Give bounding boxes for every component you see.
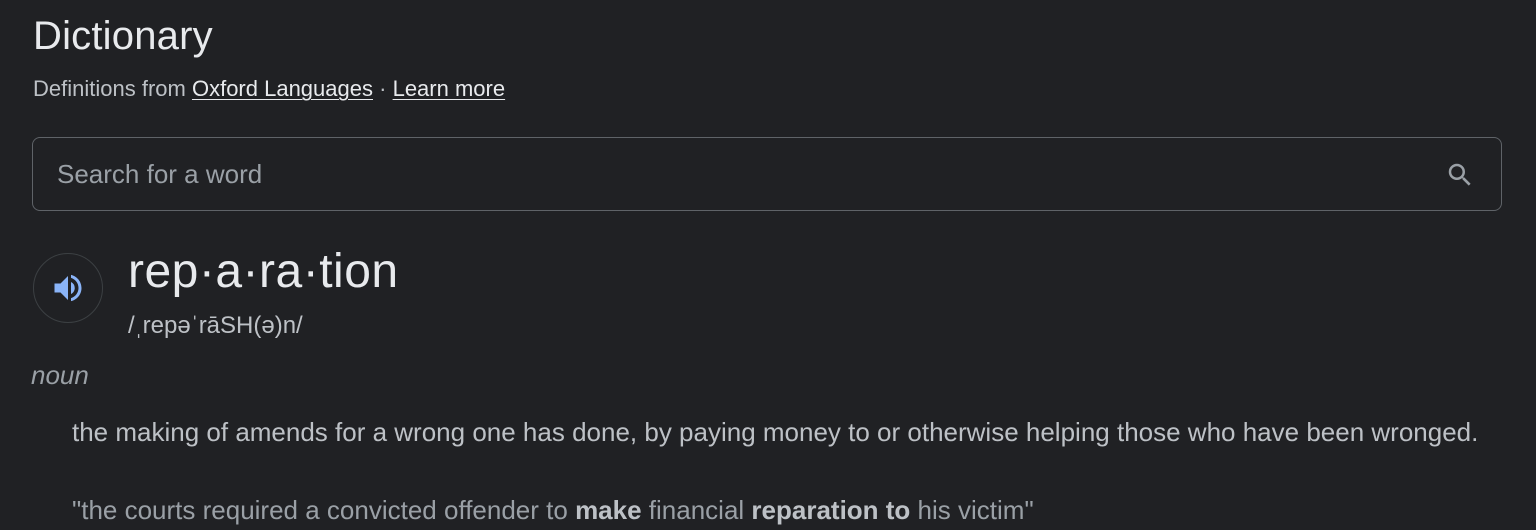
example-part: "the courts required a convicted offende… [72, 495, 576, 525]
oxford-languages-link[interactable]: Oxford Languages [192, 76, 373, 101]
example-bold-make: make [575, 495, 642, 525]
subtitle-separator: · [379, 76, 387, 101]
example-bold-reparation: reparation to [751, 495, 911, 525]
example-part: his victim" [910, 495, 1034, 525]
example-sentence: "the courts required a convicted offende… [72, 490, 1512, 530]
search-input[interactable] [57, 138, 1417, 210]
pronunciation-audio-button[interactable] [33, 253, 103, 323]
headword: rep·a·ra·tion [128, 245, 399, 298]
search-icon[interactable] [1445, 160, 1475, 190]
speaker-icon [54, 274, 82, 302]
subtitle-prefix: Definitions from [33, 76, 186, 101]
source-attribution: Definitions from Oxford Languages · Lear… [33, 76, 505, 102]
part-of-speech: noun [31, 360, 89, 390]
page-title: Dictionary [33, 14, 213, 58]
learn-more-link[interactable]: Learn more [393, 76, 506, 101]
example-part: financial [641, 495, 752, 525]
definition-text: the making of amends for a wrong one has… [72, 417, 1479, 447]
search-box [32, 137, 1502, 211]
phonetic-spelling: /ˌrepəˈrāSH(ə)n/ [128, 312, 303, 339]
